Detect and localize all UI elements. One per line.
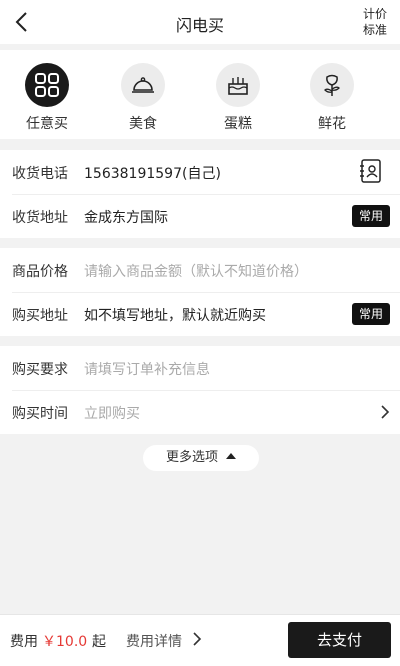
category-label: 蛋糕 <box>224 116 252 132</box>
buy-address-row[interactable]: 购买地址 如不填写地址，默认就近购买 常用 <box>0 292 400 336</box>
address-row[interactable]: 收货地址 金成东方国际 常用 <box>0 194 400 238</box>
phone-label: 收货电话 <box>12 166 68 182</box>
requirement-input[interactable]: 请填写订单补充信息 <box>84 359 210 379</box>
fee-amount: ￥10.0 <box>42 634 88 650</box>
category-any[interactable]: 任意买 <box>17 63 77 133</box>
category-label: 任意买 <box>26 116 68 132</box>
goods-price-input[interactable]: 请输入商品金额（默认不知道价格） <box>84 261 308 281</box>
cake-icon <box>228 77 248 95</box>
category-flower[interactable]: 鲜花 <box>302 63 362 133</box>
chevron-right-icon[interactable] <box>192 631 202 647</box>
category-cake[interactable]: 蛋糕 <box>208 63 268 133</box>
extra-section: 购买要求 请填写订单补充信息 购买时间 立即购买 <box>0 346 400 434</box>
pricing-standard-line1: 计价 <box>362 7 387 21</box>
category-food[interactable]: 美食 <box>113 63 173 133</box>
fee-suffix: 起 <box>92 634 106 650</box>
goods-section: 商品价格 请输入商品金额（默认不知道价格） 购买地址 如不填写地址，默认就近购买… <box>0 248 400 336</box>
flower-icon <box>324 74 340 96</box>
pricing-standard-line2: 标准 <box>362 23 387 37</box>
grid-icon <box>35 73 59 97</box>
buy-time-row[interactable]: 购买时间 立即购买 <box>0 390 400 434</box>
common-buy-address-button[interactable]: 常用 <box>352 303 390 325</box>
more-options-button[interactable]: 更多选项 <box>143 445 259 471</box>
common-address-button[interactable]: 常用 <box>352 205 390 227</box>
buy-address-label: 购买地址 <box>12 308 68 324</box>
address-value[interactable]: 金成东方国际 <box>84 207 168 227</box>
requirement-label: 购买要求 <box>12 362 68 378</box>
category-label: 美食 <box>129 116 157 132</box>
buy-time-label: 购买时间 <box>12 406 68 422</box>
food-cloche-icon <box>132 77 154 93</box>
contact-book-icon[interactable] <box>358 158 384 184</box>
chevron-right-icon <box>381 405 390 419</box>
top-bar: 闪电买 计价 标准 <box>0 0 400 44</box>
pricing-standard-link[interactable]: 计价 标准 <box>360 6 390 38</box>
more-options-label: 更多选项 <box>165 450 218 465</box>
goods-price-row[interactable]: 商品价格 请输入商品金额（默认不知道价格） <box>0 248 400 292</box>
buy-address-value[interactable]: 如不填写地址，默认就近购买 <box>84 305 266 325</box>
pay-button[interactable]: 去支付 <box>288 622 391 658</box>
fee-detail-link[interactable]: 费用详情 <box>126 631 182 651</box>
category-label: 鲜花 <box>318 116 346 132</box>
bottom-bar: 费用 ￥10.0 起 费用详情 去支付 <box>0 614 400 666</box>
requirement-row[interactable]: 购买要求 请填写订单补充信息 <box>0 346 400 390</box>
page-title: 闪电买 <box>175 16 224 35</box>
contact-section: 收货电话 15638191597(自己) 收货地址 金成东方国际 常用 <box>0 150 400 238</box>
buy-time-value[interactable]: 立即购买 <box>84 403 140 423</box>
phone-value[interactable]: 15638191597(自己) <box>84 163 221 183</box>
phone-row[interactable]: 收货电话 15638191597(自己) <box>0 150 400 194</box>
triangle-up-icon <box>226 453 236 459</box>
category-bar: 任意买 美食 蛋糕 鲜花 <box>0 50 400 139</box>
fee-label: 费用 <box>10 634 38 650</box>
goods-price-label: 商品价格 <box>12 264 68 280</box>
address-label: 收货地址 <box>12 210 68 226</box>
